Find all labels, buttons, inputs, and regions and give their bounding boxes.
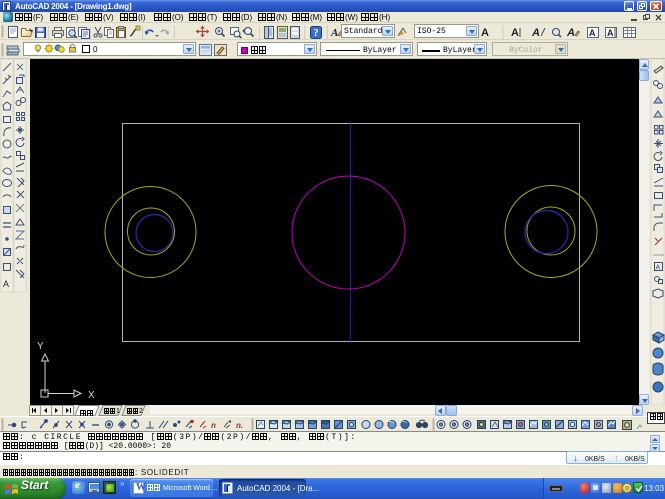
svg-text:n: n xyxy=(211,421,216,430)
svg-text:0: 0 xyxy=(93,45,98,54)
svg-text:A: A xyxy=(3,279,9,289)
svg-text:n.: n. xyxy=(236,421,243,430)
svg-text:Y: Y xyxy=(37,341,44,352)
svg-text:?: ? xyxy=(314,28,319,39)
svg-text:A: A xyxy=(656,265,661,272)
svg-text:A: A xyxy=(330,27,338,39)
svg-text:A: A xyxy=(566,27,575,39)
svg-text:A: A xyxy=(531,27,540,39)
svg-text:X: X xyxy=(88,390,95,401)
svg-text:A: A xyxy=(589,28,596,38)
svg-text:A: A xyxy=(481,27,489,39)
svg-text:A: A xyxy=(511,27,519,39)
svg-text:A: A xyxy=(607,28,614,38)
